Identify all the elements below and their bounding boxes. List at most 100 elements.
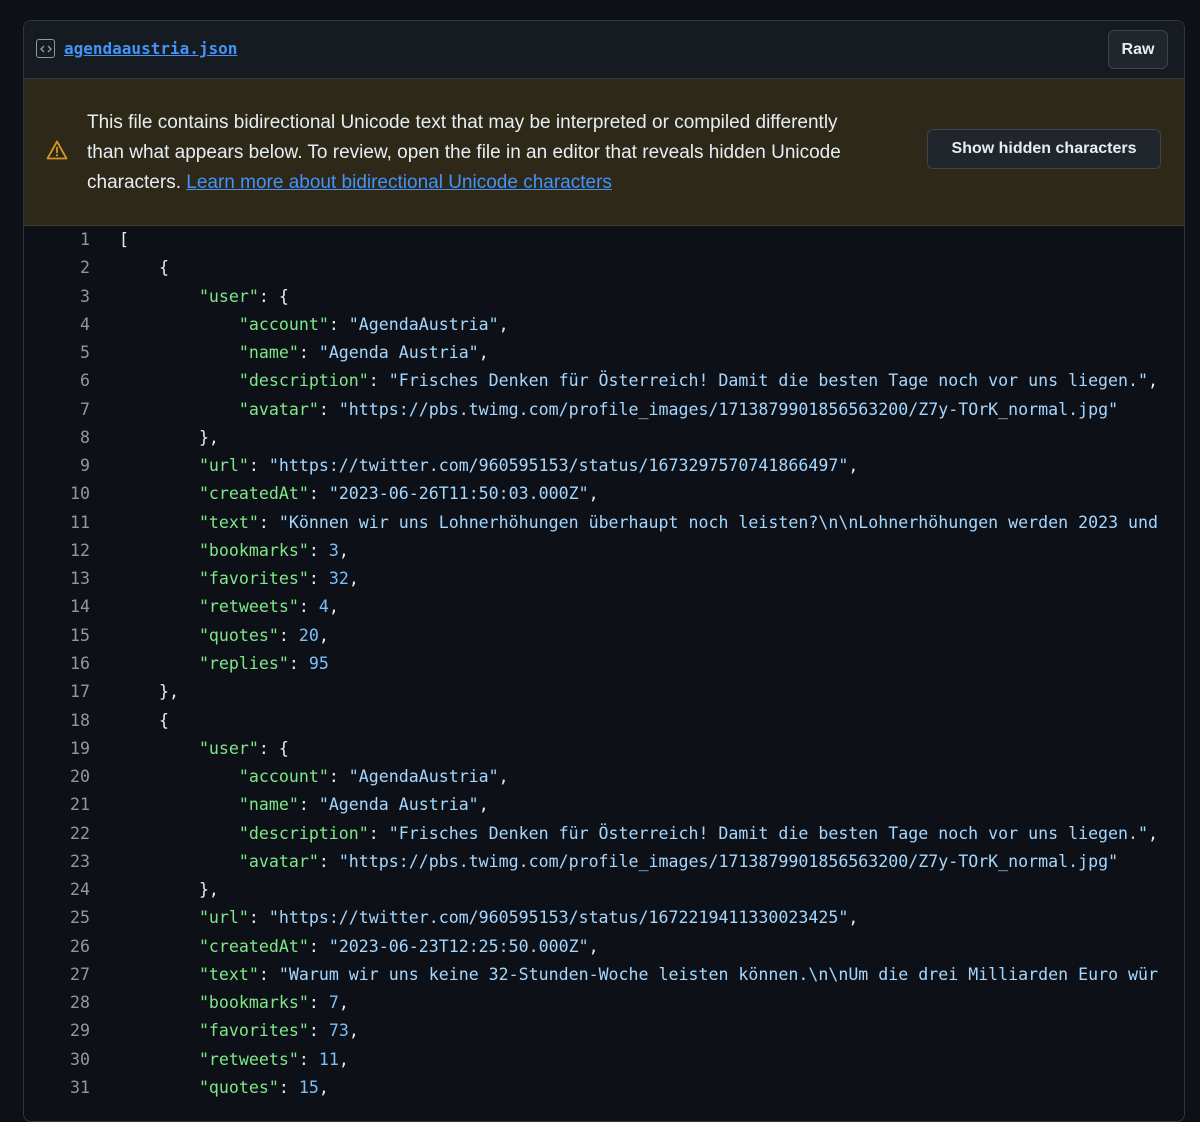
raw-button[interactable]: Raw — [1108, 30, 1168, 69]
line-number[interactable]: 3 — [24, 283, 90, 311]
line-number[interactable]: 5 — [24, 339, 90, 367]
json-punct: }, — [198, 880, 219, 900]
code-line: 21 "name": "Agenda Austria", — [24, 791, 1184, 819]
line-number[interactable]: 7 — [24, 396, 90, 424]
line-number[interactable]: 28 — [24, 989, 90, 1017]
line-content: "bookmarks": 3, — [90, 537, 349, 565]
code-line: 2 { — [24, 254, 1184, 282]
json-punct: , — [348, 569, 359, 589]
line-content: "replies": 95 — [90, 650, 329, 678]
json-punct: , — [848, 456, 859, 476]
line-number[interactable]: 30 — [24, 1046, 90, 1074]
line-number[interactable]: 29 — [24, 1017, 90, 1045]
code-line: 14 "retweets": 4, — [24, 593, 1184, 621]
line-number[interactable]: 14 — [24, 593, 90, 621]
line-number[interactable]: 24 — [24, 876, 90, 904]
json-number: 95 — [308, 653, 329, 673]
line-number[interactable]: 27 — [24, 961, 90, 989]
json-punct: : — [298, 343, 319, 363]
json-number: 3 — [328, 540, 339, 560]
line-content: "bookmarks": 7, — [90, 989, 349, 1017]
code-line: 25 "url": "https://twitter.com/960595153… — [24, 904, 1184, 932]
line-number[interactable]: 10 — [24, 480, 90, 508]
json-key: "name" — [238, 343, 299, 363]
line-number[interactable]: 4 — [24, 311, 90, 339]
line-number[interactable]: 11 — [24, 509, 90, 537]
line-content: "account": "AgendaAustria", — [90, 763, 509, 791]
file-header: agendaaustria.json Raw — [24, 21, 1184, 79]
line-number[interactable]: 18 — [24, 707, 90, 735]
line-content: "retweets": 4, — [90, 593, 339, 621]
json-punct: }, — [198, 427, 219, 447]
json-key: "favorites" — [198, 569, 309, 589]
json-punct: : — [278, 625, 299, 645]
line-number[interactable]: 19 — [24, 735, 90, 763]
line-content: "name": "Agenda Austria", — [90, 791, 489, 819]
json-punct: { — [158, 258, 169, 278]
json-key: "user" — [198, 738, 259, 758]
json-punct: , — [498, 314, 509, 334]
json-string: "Frisches Denken für Österreich! Damit d… — [388, 371, 1149, 391]
line-content: { — [90, 707, 169, 735]
code-line: 10 "createdAt": "2023-06-26T11:50:03.000… — [24, 480, 1184, 508]
json-punct: [ — [119, 230, 129, 249]
json-punct: , — [588, 484, 599, 504]
json-string: "https://twitter.com/960595153/status/16… — [268, 456, 849, 476]
json-punct: }, — [158, 682, 179, 702]
line-number[interactable]: 17 — [24, 678, 90, 706]
line-content: "description": "Frisches Denken für Öste… — [90, 367, 1158, 395]
json-punct: : — [298, 597, 319, 617]
json-punct: : — [308, 540, 329, 560]
file-name-link[interactable]: agendaaustria.json — [64, 39, 237, 59]
json-number: 32 — [328, 569, 349, 589]
line-content: "avatar": "https://pbs.twimg.com/profile… — [90, 848, 1118, 876]
line-number[interactable]: 6 — [24, 367, 90, 395]
line-number[interactable]: 21 — [24, 791, 90, 819]
json-key: "bookmarks" — [198, 993, 309, 1013]
line-number[interactable]: 8 — [24, 424, 90, 452]
json-punct: { — [158, 710, 169, 730]
json-punct: : — [308, 936, 329, 956]
line-number[interactable]: 26 — [24, 933, 90, 961]
line-number[interactable]: 13 — [24, 565, 90, 593]
line-number[interactable]: 15 — [24, 622, 90, 650]
line-content: "url": "https://twitter.com/960595153/st… — [90, 904, 858, 932]
warning-message: This file contains bidirectional Unicode… — [87, 108, 877, 198]
json-punct: : — [328, 767, 349, 787]
line-number[interactable]: 9 — [24, 452, 90, 480]
line-number[interactable]: 22 — [24, 820, 90, 848]
line-number[interactable]: 20 — [24, 763, 90, 791]
json-string: "AgendaAustria" — [348, 314, 499, 334]
json-key: "avatar" — [238, 399, 319, 419]
json-punct: : — [308, 569, 329, 589]
code-line: 11 "text": "Können wir uns Lohnerhöhunge… — [24, 509, 1184, 537]
alert-icon — [46, 140, 68, 165]
line-number[interactable]: 1 — [24, 226, 90, 254]
line-number[interactable]: 12 — [24, 537, 90, 565]
json-string: "Warum wir uns keine 32-Stunden-Woche le… — [278, 964, 1159, 984]
code-line: 1[ — [24, 226, 1184, 254]
file-view: agendaaustria.json Raw This file contain… — [23, 20, 1185, 1122]
json-punct: : { — [258, 286, 289, 306]
json-number: 73 — [328, 1021, 349, 1041]
json-string: "2023-06-26T11:50:03.000Z" — [328, 484, 589, 504]
json-punct: : — [278, 1077, 299, 1097]
code-line: 4 "account": "AgendaAustria", — [24, 311, 1184, 339]
json-number: 20 — [298, 625, 319, 645]
code-line: 26 "createdAt": "2023-06-23T12:25:50.000… — [24, 933, 1184, 961]
json-punct: : — [298, 795, 319, 815]
show-hidden-characters-button[interactable]: Show hidden characters — [927, 129, 1161, 169]
line-number[interactable]: 23 — [24, 848, 90, 876]
code-line: 19 "user": { — [24, 735, 1184, 763]
line-number[interactable]: 16 — [24, 650, 90, 678]
json-string: "Frisches Denken für Österreich! Damit d… — [388, 823, 1149, 843]
learn-more-link[interactable]: Learn more about bidirectional Unicode c… — [186, 172, 612, 193]
json-punct: : — [258, 512, 279, 532]
code-line: 8 }, — [24, 424, 1184, 452]
line-number[interactable]: 2 — [24, 254, 90, 282]
line-content: "user": { — [90, 735, 289, 763]
line-number[interactable]: 25 — [24, 904, 90, 932]
json-key: "text" — [198, 512, 259, 532]
code-line: 9 "url": "https://twitter.com/960595153/… — [24, 452, 1184, 480]
line-number[interactable]: 31 — [24, 1074, 90, 1102]
